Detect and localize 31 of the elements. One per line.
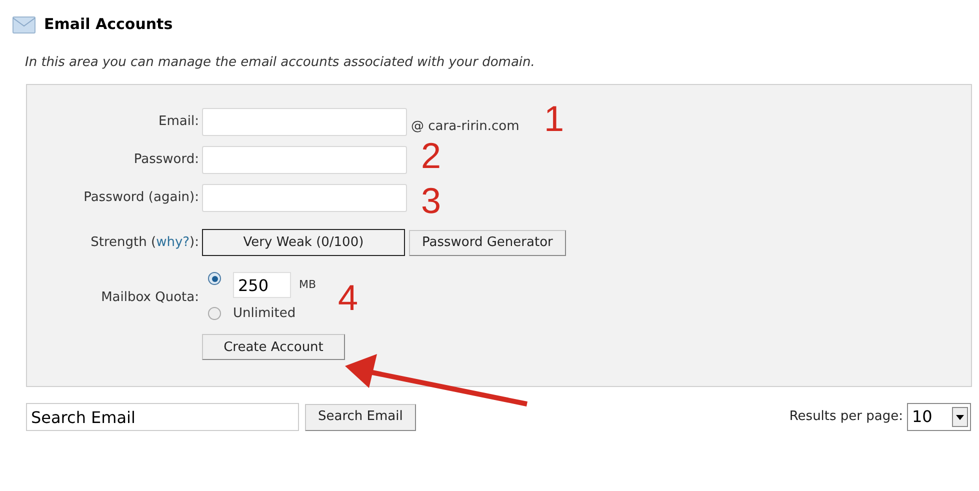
radio-button[interactable] [208,272,221,285]
password-field[interactable] [202,146,407,174]
annotation-number: 2 [421,138,442,174]
field-label: Password: [132,151,199,170]
description: In this area you can manage the email accounts associated with your domain. [25,54,536,72]
password-again-field[interactable] [202,184,407,212]
quota-field[interactable]: 250 [233,272,291,298]
password-generator-button[interactable]: Password Generator [409,230,566,256]
search-field[interactable]: Search Email [26,403,299,431]
annotation-number: 3 [421,183,442,219]
create-account-button[interactable]: Create Account [202,334,345,360]
why-link[interactable]: why? [156,232,190,252]
radio-label: Unlimited [233,305,296,323]
field-label: ): [190,234,199,252]
strength-meter: Very Weak (0/100) [202,229,405,256]
annotation-number: 4 [338,280,358,316]
search-button[interactable]: Search Email [305,404,416,430]
annotation-number: 1 [544,101,564,137]
envelope-icon [12,14,36,34]
page-title: Email Accounts [44,14,173,35]
field-label: Mailbox Quota: [100,289,199,307]
domain-suffix: @ cara-ririn.com [411,118,520,136]
field-label: Strength ( [90,234,156,252]
results-label: Results per page: [789,408,903,426]
results-select[interactable]: 10 [907,403,971,431]
email-field[interactable] [202,108,407,136]
radio-button[interactable] [208,307,221,320]
field-label: Password (again): [82,189,199,208]
field-label: Email: [158,113,199,132]
dropdown-icon [952,407,968,427]
unit-label: MB [299,276,316,293]
